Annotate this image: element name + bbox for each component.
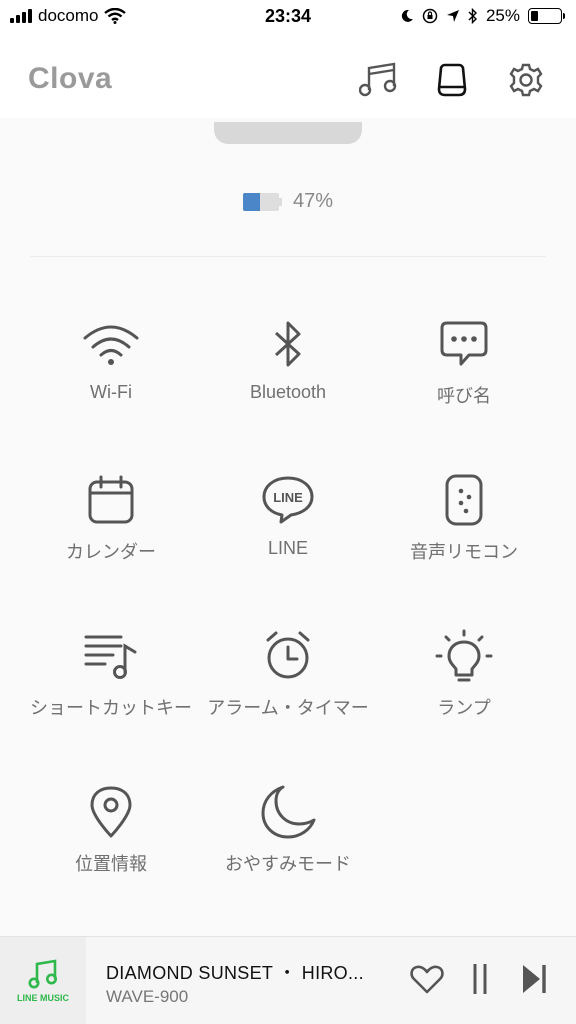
calendar-icon: [79, 470, 143, 530]
status-bar: docomo 23:34 25%: [0, 0, 576, 40]
line-music-label: LINE MUSIC: [16, 993, 69, 1003]
menu-item-line[interactable]: LINE LINE: [200, 470, 376, 580]
menu-item-voice-remote[interactable]: 音声リモコン: [376, 470, 552, 580]
mini-player[interactable]: LINE MUSIC DIAMOND SUNSET ・ HIRO... WAVE…: [0, 936, 576, 1024]
menu-item-label: Bluetooth: [249, 382, 327, 402]
menu-item-label: アラーム・タイマー: [207, 698, 369, 718]
location-pin-icon: [79, 782, 143, 842]
pause-icon: [473, 964, 487, 994]
menu-item-label: 呼び名: [437, 386, 491, 406]
menu-item-label: カレンダー: [66, 542, 156, 562]
settings-button[interactable]: [506, 60, 546, 100]
menu-item-label: 音声リモコン: [410, 542, 518, 562]
menu-item-label: 位置情報: [75, 854, 147, 874]
divider: [30, 256, 546, 257]
menu-item-shortcut[interactable]: ショートカットキー: [23, 626, 199, 736]
menu-item-label: ショートカットキー: [30, 698, 192, 718]
playlist-icon: [79, 626, 143, 686]
menu-item-wifi[interactable]: Wi-Fi: [23, 314, 199, 424]
heart-icon: [410, 965, 444, 994]
music-button[interactable]: [358, 60, 398, 100]
line-icon: LINE: [256, 470, 320, 530]
device-battery-icon: [242, 192, 282, 211]
wifi-icon: [79, 314, 143, 374]
skip-next-icon: [523, 965, 546, 993]
device-illustration: [214, 122, 362, 144]
rotation-lock-icon: [422, 8, 438, 24]
track-title: DIAMOND SUNSET ・ HIRO...: [106, 963, 364, 983]
moon-icon: [256, 782, 320, 842]
bluetooth-status-icon: [468, 8, 477, 24]
menu-item-sleep-mode[interactable]: おやすみモード: [200, 782, 376, 892]
remote-icon: [432, 470, 496, 530]
music-note-icon: [28, 959, 57, 989]
chat-bubble-icon: [432, 314, 496, 374]
like-button[interactable]: [407, 959, 447, 999]
battery-icon: [528, 8, 565, 24]
pause-button[interactable]: [460, 959, 500, 999]
menu-item-label: おやすみモード: [225, 854, 351, 874]
menu-item-alarm-timer[interactable]: アラーム・タイマー: [200, 626, 376, 736]
speaker-icon: [437, 63, 467, 97]
settings-icon: [509, 63, 543, 97]
device-name: WAVE-900: [106, 987, 189, 1006]
next-button[interactable]: [514, 959, 554, 999]
music-icon: [359, 62, 397, 97]
menu-item-label: ランプ: [437, 698, 491, 718]
moon-status-icon: [401, 9, 413, 22]
svg-text:LINE: LINE: [273, 490, 303, 505]
speaker-button[interactable]: [432, 60, 472, 100]
menu-item-label: LINE: [267, 538, 309, 558]
menu-item-lamp[interactable]: ランプ: [376, 626, 552, 736]
menu-item-calendar[interactable]: カレンダー: [23, 470, 199, 580]
menu-item-location[interactable]: 位置情報: [23, 782, 199, 892]
line-music-logo[interactable]: LINE MUSIC: [0, 937, 86, 1024]
menu-item-label: Wi-Fi: [90, 382, 132, 402]
alarm-clock-icon: [256, 626, 320, 686]
battery-percent: 25%: [485, 6, 520, 25]
app-title: Clova: [28, 62, 113, 95]
lamp-icon: [432, 626, 496, 686]
status-right: 25%: [400, 6, 565, 26]
main-content: 47% Wi-Fi Bluetooth 呼び名 カレンダー LINE LINE …: [0, 118, 576, 936]
location-arrow-icon: [446, 10, 459, 22]
menu-item-bluetooth[interactable]: Bluetooth: [200, 314, 376, 424]
device-battery-text: 47%: [292, 190, 334, 212]
menu-item-nickname[interactable]: 呼び名: [376, 314, 552, 424]
app-header: Clova: [0, 40, 576, 118]
bluetooth-icon: [256, 314, 320, 374]
device-battery: 47%: [0, 190, 576, 213]
